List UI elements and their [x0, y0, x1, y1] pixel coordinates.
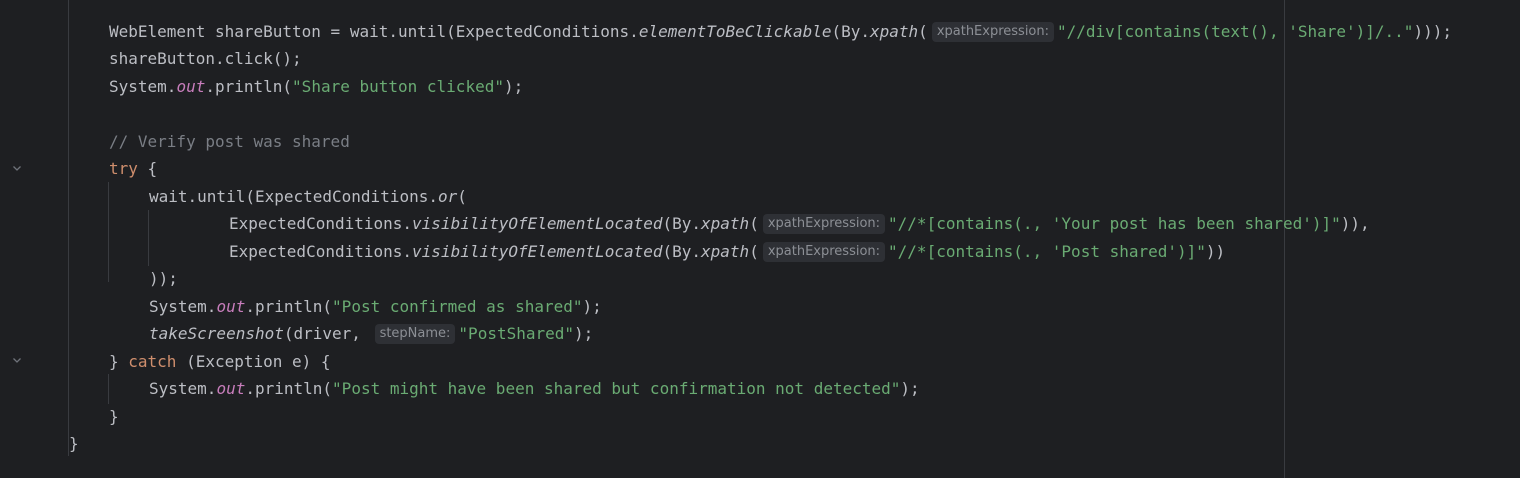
parameter-hint: xpathExpression:	[762, 242, 886, 262]
code-text: (	[749, 214, 759, 233]
code-text: WebElement shareButton = wait.until(Expe…	[109, 22, 639, 41]
code-text: wait.until(ExpectedConditions.	[149, 187, 438, 206]
method-name: elementToBeClickable	[638, 22, 832, 41]
indent-guide	[68, 0, 69, 456]
indent-guide	[108, 374, 109, 404]
string-literal: "//*[contains(., 'Your post has been sha…	[888, 214, 1341, 233]
indent-guide	[108, 182, 109, 282]
code-line-6[interactable]: wait.until(ExpectedConditions.or(	[149, 183, 467, 210]
string-literal: "//*[contains(., 'Post shared')]"	[888, 242, 1206, 261]
code-line-3[interactable]: System.out.println("Share button clicked…	[109, 73, 523, 100]
code-line-8[interactable]: ExpectedConditions.visibilityOfElementLo…	[229, 238, 1225, 265]
code-text: }	[69, 434, 79, 453]
method-name: visibilityOfElementLocated	[412, 242, 663, 261]
method-name: xpath	[870, 22, 919, 41]
parameter-hint: xpathExpression:	[931, 22, 1055, 42]
static-field: out	[216, 379, 246, 398]
code-line-try[interactable]: try {	[109, 155, 157, 182]
string-literal: "Share button clicked"	[292, 77, 504, 96]
parameter-hint: xpathExpression:	[762, 214, 886, 234]
code-line-15[interactable]: }	[69, 430, 79, 457]
code-text: (	[457, 187, 467, 206]
code-line-comment[interactable]: // Verify post was shared	[109, 128, 350, 155]
fold-catch-chevron-down-icon[interactable]	[11, 354, 23, 366]
code-text: (By.	[662, 242, 702, 261]
method-name: or	[437, 187, 458, 206]
right-margin-guide	[1284, 0, 1285, 478]
code-editor[interactable]: WebElement shareButton = wait.until(Expe…	[56, 0, 1520, 478]
code-text: .println(	[245, 297, 333, 316]
code-text: System.	[109, 77, 177, 96]
code-text: );	[503, 77, 524, 96]
code-text: {	[137, 159, 158, 178]
code-text: ExpectedConditions.	[229, 214, 413, 233]
method-name: xpath	[701, 214, 750, 233]
method-name: visibilityOfElementLocated	[412, 214, 663, 233]
code-line-14[interactable]: }	[109, 403, 119, 430]
method-name: takeScreenshot	[149, 324, 284, 343]
code-text: ExpectedConditions.	[229, 242, 413, 261]
fold-try-chevron-down-icon[interactable]	[11, 162, 23, 174]
code-text: .println(	[245, 379, 333, 398]
string-literal: "//div[contains(text(), 'Share')]/.."	[1057, 22, 1414, 41]
keyword: catch	[128, 352, 177, 371]
static-field: out	[216, 297, 246, 316]
code-text: (Exception e) {	[176, 352, 331, 371]
code-line-2[interactable]: shareButton.click();	[109, 45, 302, 72]
code-line-13[interactable]: System.out.println("Post might have been…	[149, 375, 920, 402]
code-text: System.	[149, 297, 217, 316]
code-text: shareButton.click();	[109, 49, 302, 68]
code-line-10[interactable]: System.out.println("Post confirmed as sh…	[149, 293, 602, 320]
code-text: }	[109, 352, 129, 371]
code-line-11[interactable]: takeScreenshot(driver, stepName: "PostSha…	[149, 320, 593, 347]
code-text: );	[900, 379, 920, 398]
code-line-9[interactable]: ));	[149, 265, 178, 292]
code-line-catch[interactable]: } catch (Exception e) {	[109, 348, 331, 375]
code-text: (By.	[831, 22, 870, 41]
string-literal: "Post might have been shared but confirm…	[332, 379, 901, 398]
keyword: try	[109, 159, 138, 178]
method-name: xpath	[701, 242, 750, 261]
string-literal: "PostShared"	[458, 324, 575, 343]
code-line-7[interactable]: ExpectedConditions.visibilityOfElementLo…	[229, 210, 1370, 237]
code-line-1[interactable]: WebElement shareButton = wait.until(Expe…	[109, 18, 1452, 45]
code-text: );	[582, 297, 602, 316]
code-text: ))	[1205, 242, 1226, 261]
code-text: (By.	[662, 214, 702, 233]
indent-guide	[148, 210, 149, 266]
code-text: .println(	[205, 77, 293, 96]
code-text: System.	[149, 379, 217, 398]
string-literal: "Post confirmed as shared"	[332, 297, 583, 316]
static-field: out	[176, 77, 206, 96]
code-text: (	[918, 22, 928, 41]
code-text: )));	[1413, 22, 1452, 41]
code-text: );	[574, 324, 594, 343]
parameter-hint: stepName:	[374, 324, 456, 344]
code-text: ));	[149, 269, 178, 288]
code-text: (	[749, 242, 759, 261]
code-text: (driver,	[283, 324, 371, 343]
code-text: }	[109, 407, 119, 426]
comment-text: // Verify post was shared	[109, 132, 350, 151]
code-text: )),	[1340, 214, 1370, 233]
editor-gutter	[0, 0, 56, 478]
